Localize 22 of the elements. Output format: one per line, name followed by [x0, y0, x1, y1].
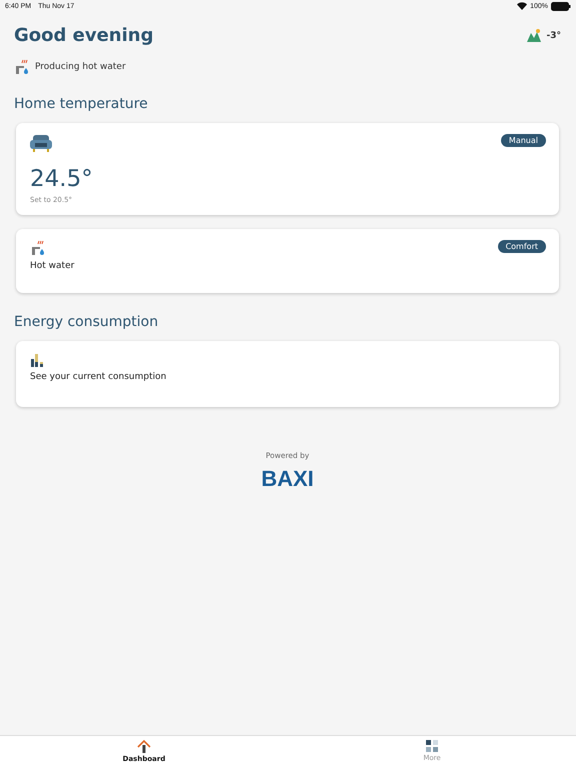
tap-icon [30, 240, 46, 256]
wifi-icon [517, 2, 528, 10]
mode-badge: Manual [500, 134, 546, 147]
card[interactable]: Comfort Hot water [16, 229, 559, 293]
brand-logo: BAXI [261, 466, 314, 492]
outside-temperature: -3° [546, 30, 561, 40]
grid-icon [426, 740, 438, 752]
mode-badge: Comfort [498, 240, 546, 253]
card[interactable]: See your current consumption [16, 341, 559, 407]
tap-icon [14, 59, 30, 75]
status-text: Producing hot water [35, 62, 126, 72]
bar-chart-icon [30, 354, 44, 367]
armchair-icon [30, 134, 52, 152]
home-icon [137, 740, 151, 752]
card-label: See your current consumption [30, 372, 168, 382]
card-label: Hot water [30, 261, 76, 271]
battery-icon [551, 2, 571, 10]
greeting-title: Good evening [14, 25, 154, 46]
section-title: Energy consumption [14, 314, 160, 330]
temperature-value: 24.5° [30, 166, 94, 192]
weather-icon [526, 29, 540, 42]
section-title: Home temperature [14, 96, 149, 112]
